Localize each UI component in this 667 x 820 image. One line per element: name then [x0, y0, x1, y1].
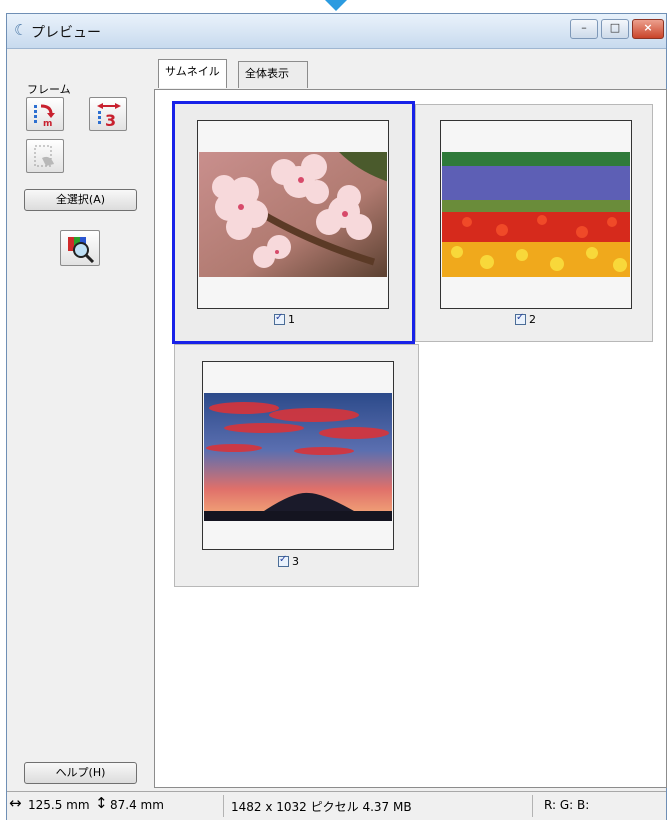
minimize-button[interactable]: – — [570, 19, 598, 39]
close-button[interactable]: × — [632, 19, 664, 39]
title-bar[interactable]: ☾ プレビュー – □ × — [7, 14, 666, 49]
frame-delete-icon — [34, 145, 54, 167]
frame-resize-icon: 3 — [97, 103, 121, 128]
cherry-blossoms-image — [199, 152, 387, 277]
thumbnail-frame — [197, 120, 389, 309]
thumbnail-2-checkbox[interactable]: 2 — [515, 312, 536, 326]
thumbnail-2[interactable]: 2 — [415, 104, 653, 342]
flower-field-image — [442, 152, 630, 277]
checkbox-checked-icon — [278, 554, 289, 567]
pointer-arrow-marker — [325, 0, 347, 11]
preview-content-area: 1 — [154, 89, 667, 788]
thumbnail-frame — [202, 361, 394, 550]
status-divider — [532, 795, 533, 817]
flower-field-photo — [442, 152, 630, 277]
scanner-app-icon: ☾ — [14, 21, 28, 39]
zoom-magnifier-icon — [68, 237, 95, 263]
frame-label: フレーム — [27, 83, 71, 96]
svg-text:m: m — [43, 119, 52, 128]
thumbnail-frame — [440, 120, 632, 309]
window-title: プレビュー — [31, 25, 101, 41]
thumbnail-3[interactable]: 3 — [174, 344, 419, 587]
close-icon: × — [643, 21, 653, 34]
checkbox-checked-icon — [515, 312, 526, 325]
frame-auto-locate-button[interactable]: m — [26, 97, 64, 131]
thumbnail-number: 1 — [288, 313, 295, 326]
status-divider — [223, 795, 224, 817]
tab-full-view[interactable]: 全体表示 — [238, 61, 308, 88]
status-pixel-size: 1482 x 1032 ピクセル 4.37 MB — [231, 800, 412, 814]
thumbnail-number: 3 — [292, 555, 299, 568]
sunset-mountain-photo — [204, 393, 392, 521]
help-button[interactable]: ヘルプ(H) — [24, 762, 137, 784]
frame-auto-locate-icon: m — [34, 104, 55, 128]
status-bar: ↔ 125.5 mm ↕ 87.4 mm 1482 x 1032 ピクセル 4.… — [7, 791, 666, 820]
sunset-mountain-image — [204, 393, 392, 521]
cherry-blossoms-photo — [199, 152, 387, 277]
tab-thumbnail[interactable]: サムネイル — [158, 59, 227, 88]
horizontal-arrow-icon: ↔ — [9, 794, 22, 812]
frame-resize-button[interactable]: 3 — [89, 97, 127, 131]
maximize-button[interactable]: □ — [601, 19, 629, 39]
status-rgb: R: G: B: — [544, 798, 590, 812]
thumbnail-1[interactable]: 1 — [172, 101, 415, 344]
svg-text:3: 3 — [105, 111, 116, 128]
thumbnail-1-checkbox[interactable]: 1 — [274, 312, 295, 326]
preview-window: ☾ プレビュー – □ × フレーム m 3 全選択(A) ヘルプ(H) サムネ… — [6, 13, 667, 820]
status-width: 125.5 mm — [28, 798, 90, 812]
vertical-arrow-icon: ↕ — [95, 794, 108, 812]
status-height: 87.4 mm — [110, 798, 164, 812]
checkbox-checked-icon — [274, 312, 285, 325]
thumbnail-number: 2 — [529, 313, 536, 326]
maximize-icon: □ — [609, 21, 621, 34]
minimize-icon: – — [581, 21, 587, 34]
zoom-preview-button[interactable] — [60, 230, 100, 266]
thumbnail-3-checkbox[interactable]: 3 — [278, 554, 299, 568]
select-all-button[interactable]: 全選択(A) — [24, 189, 137, 211]
frame-delete-button — [26, 139, 64, 173]
left-tool-panel: フレーム m 3 全選択(A) ヘルプ(H) — [7, 49, 153, 792]
